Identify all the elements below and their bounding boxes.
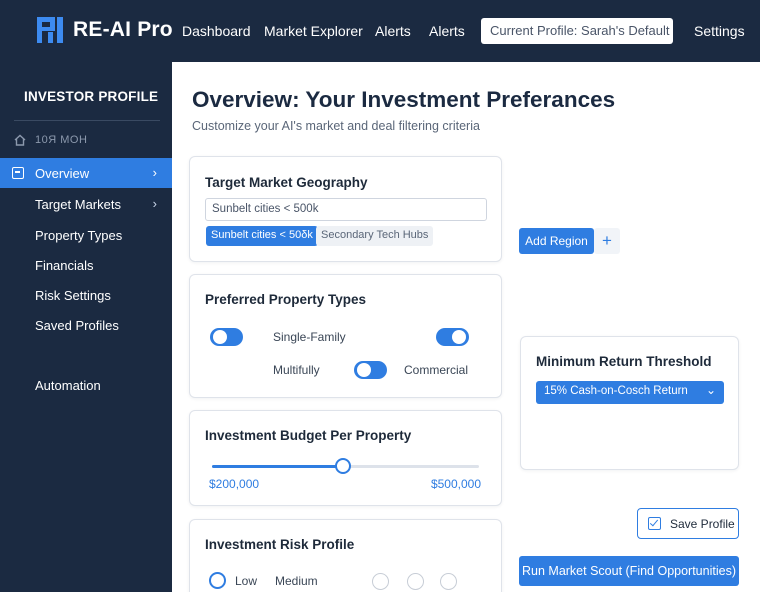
budget-slider-thumb[interactable] [334, 458, 351, 474]
sidebar-item-label: Financials [35, 257, 94, 273]
run-market-scout-button[interactable]: Run Market Scout (Find Opportunities) [519, 556, 739, 586]
budget-title: Investment Budget Per Property [205, 428, 412, 443]
top-navigation-bar: RE-AI Pro Dashboard Market Explorer Aler… [0, 0, 760, 62]
label-single-family: Single-Family [273, 330, 346, 344]
budget-slider-fill [212, 465, 343, 468]
page-title: Overview: Your Investment Preferances [192, 87, 616, 112]
toggle-multifamily[interactable] [354, 361, 387, 379]
sidebar-item-financials[interactable]: Financials [0, 250, 172, 280]
save-profile-label: Save Profile [670, 516, 735, 531]
nav-settings[interactable]: Settings [694, 23, 745, 39]
region-chip-tech-hubs[interactable]: Secondary Tech Hubs [316, 226, 434, 246]
risk-title: Investment Risk Profile [205, 537, 355, 552]
sidebar-item-label: Target Markets [35, 196, 121, 212]
label-low: Low [235, 574, 258, 588]
current-profile-field[interactable]: Current Profile: Sarah's Default [481, 18, 673, 44]
budget-max-label: $500,000 [430, 477, 481, 491]
home-icon [14, 134, 26, 146]
toggle-single-family[interactable] [210, 328, 243, 346]
page-subtitle: Customize your AI's market and deal filt… [192, 119, 480, 133]
label-medium: Medium [275, 574, 318, 588]
sidebar-item-label: Property Types [35, 227, 123, 243]
nav-dashboard[interactable]: Dashboard [182, 23, 251, 39]
sidebar-item-label: Automation [35, 377, 101, 393]
return-threshold-card: Minimum Return Threshold 15% Cash-on-Cos… [520, 336, 739, 470]
sidebar-item-risk-settings[interactable]: Risk Settings [0, 280, 172, 310]
toggle-single-family-right[interactable] [436, 328, 469, 346]
chevron-right-icon: › [152, 196, 157, 211]
sidebar-item-label: Risk Settings [35, 287, 111, 303]
chevron-right-icon: › [152, 165, 157, 180]
radio-very-high[interactable] [440, 573, 457, 590]
sidebar-item-target-markets[interactable]: Target Markets › [0, 189, 172, 219]
nav-alerts[interactable]: Alerts [375, 23, 411, 39]
label-multifamily: Multifully [273, 363, 320, 377]
checkbox-icon [648, 517, 661, 530]
return-threshold-select[interactable]: 15% Cash-on-Cosch Return ⌄ [536, 381, 724, 404]
budget-min-label: $200,000 [209, 477, 260, 491]
risk-card: Investment Risk Profile Low Medium [189, 519, 502, 592]
sidebar-home-label: 10Я MOH [35, 134, 88, 146]
sidebar-item-overview[interactable]: Overview › [0, 158, 172, 188]
sidebar-divider [14, 120, 160, 121]
add-region-button[interactable]: Add Region [519, 228, 594, 254]
save-profile-button[interactable]: Save Profile [637, 508, 739, 539]
return-threshold-title: Minimum Return Threshold [536, 354, 712, 369]
sidebar-home[interactable]: 10Я MOH [14, 134, 87, 146]
sidebar-item-label: Overview [35, 165, 90, 181]
budget-slider[interactable] [212, 458, 479, 474]
geography-input[interactable]: Sunbelt cities < 500k [205, 198, 487, 221]
logo-icon [37, 17, 63, 43]
property-types-card: Preferred Property Types Single-Family M… [189, 274, 502, 398]
geography-card: Target Market Geography Sunbelt cities <… [189, 156, 502, 262]
budget-card: Investment Budget Per Property $200,000 … [189, 410, 502, 506]
sidebar-item-label: Saved Profiles [35, 317, 119, 333]
chevron-down-icon: ⌄ [705, 383, 716, 397]
sidebar-item-property-types[interactable]: Property Types [0, 220, 172, 250]
radio-low[interactable] [209, 572, 226, 589]
overview-icon [12, 167, 24, 179]
radio-medium[interactable] [372, 573, 389, 590]
region-chip-sunbelt[interactable]: Sunbelt cities < 50δk [206, 226, 318, 246]
sidebar-title: INVESTOR PROFILE [24, 89, 159, 104]
label-commercial: Commercial [404, 363, 469, 377]
return-threshold-value: 15% Cash-on-Cosch Return [544, 385, 688, 397]
sidebar-item-automation[interactable]: Automation [0, 370, 172, 400]
geography-title: Target Market Geography [205, 175, 368, 190]
sidebar-item-saved-profiles[interactable]: Saved Profiles [0, 310, 172, 340]
property-types-title: Preferred Property Types [205, 292, 367, 307]
sidebar: INVESTOR PROFILE 10Я MOH Overview › Targ… [0, 62, 172, 592]
nav-alerts-secondary[interactable]: Alerts [429, 23, 465, 39]
app-name: RE-AI Pro [73, 18, 173, 41]
radio-high[interactable] [407, 573, 424, 590]
nav-market-explorer[interactable]: Market Explorer [264, 23, 363, 39]
app-logo[interactable]: RE-AI Pro [37, 17, 173, 43]
add-region-plus-icon[interactable]: + [594, 228, 620, 254]
